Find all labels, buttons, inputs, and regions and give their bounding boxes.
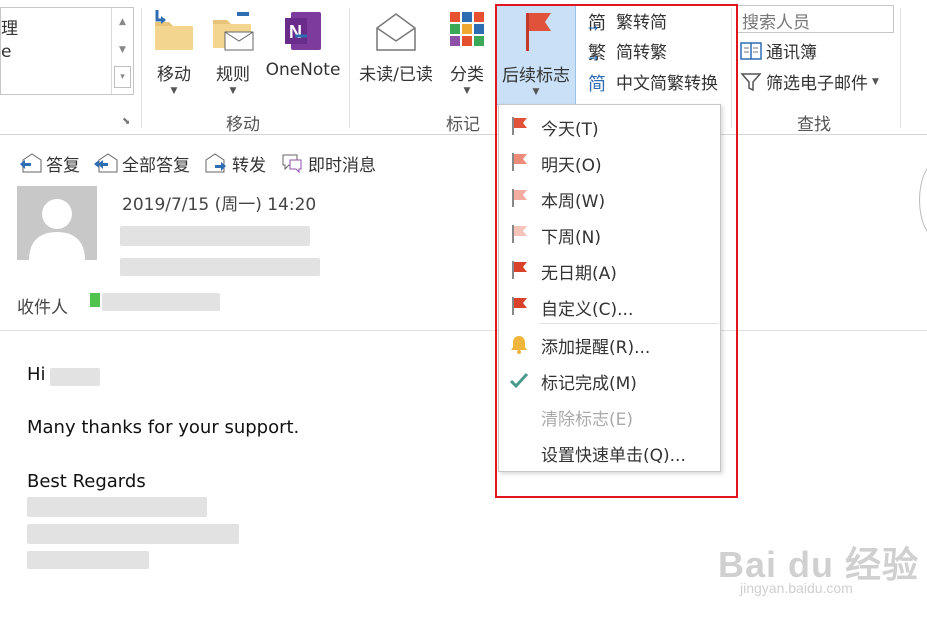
filter-email-label: 筛选电子邮件 — [766, 74, 868, 94]
unread-read-button[interactable]: 未读/已读 — [354, 4, 438, 104]
address-book-label: 通讯簿 — [766, 43, 817, 63]
closing: Best Regards — [27, 471, 146, 492]
message-actions: 答复 全部答复 转发 即时消息 — [18, 150, 376, 176]
presence-indicator — [90, 293, 100, 307]
address-book-button[interactable]: 通讯簿 — [740, 38, 817, 63]
reply-all-icon — [94, 153, 118, 173]
forward-label: 转发 — [232, 155, 266, 176]
gallery-more-icon[interactable]: ▾ — [114, 66, 131, 88]
chevron-down-icon: ▼ — [229, 86, 237, 96]
recipient-redacted — [102, 293, 220, 311]
forward-button[interactable]: 转发 — [204, 150, 266, 176]
rules-button-label: 规则 — [216, 65, 250, 85]
to-label: 收件人 — [17, 298, 68, 318]
forward-icon — [205, 153, 226, 173]
rules-button[interactable]: 规则 ▼ — [205, 4, 261, 104]
move-button[interactable]: 移动 ▼ — [146, 4, 202, 104]
categorize-label: 分类 — [450, 65, 484, 85]
reply-all-button[interactable]: 全部答复 — [94, 150, 190, 176]
reply-icon — [20, 153, 42, 173]
rules-icon — [213, 12, 254, 51]
signature-redacted — [27, 524, 239, 544]
find-group-label: 查找 — [797, 115, 831, 135]
group-separator — [141, 8, 142, 128]
reply-button[interactable]: 答复 — [18, 150, 80, 176]
move-group-label: 移动 — [226, 115, 260, 135]
search-people-input[interactable]: 搜索人员 — [737, 5, 894, 33]
watermark-url: jingyan.baidu.com — [740, 580, 853, 596]
message-datetime: 2019/7/15 (周一) 14:20 — [122, 195, 317, 215]
onenote-button[interactable]: N OneNote — [262, 4, 344, 104]
sender-email-redacted — [120, 258, 320, 276]
signature-redacted — [27, 497, 207, 517]
instant-message-button[interactable]: 即时消息 — [280, 150, 376, 176]
categories-icon — [450, 12, 484, 46]
categorize-button[interactable]: 分类 ▼ — [443, 4, 491, 104]
group-separator — [900, 8, 901, 128]
ribbon: 理 e ▲ ▼ ▾ ⬊ 移动 ▼ 规则 ▼ N OneNote 移动 未读/已读… — [0, 0, 927, 135]
reply-all-label: 全部答复 — [122, 155, 190, 176]
annotation-highlight-box — [495, 4, 738, 498]
greeting-name-redacted — [50, 368, 100, 386]
gallery-scroll[interactable]: ▲ ▼ ▾ — [111, 8, 133, 94]
scroll-up-icon[interactable]: ▲ — [112, 8, 133, 36]
move-button-label: 移动 — [157, 65, 191, 85]
dialog-launcher-icon[interactable]: ⬊ — [122, 116, 130, 127]
svg-text:N: N — [289, 22, 302, 42]
quick-steps-gallery[interactable]: 理 e ▲ ▼ ▾ — [0, 7, 134, 95]
people-pane-edge — [919, 160, 927, 240]
address-book-icon — [740, 41, 762, 60]
filter-email-button[interactable]: 筛选电子邮件 ▼ — [740, 69, 879, 94]
header-divider — [0, 330, 927, 331]
body-line: Many thanks for your support. — [27, 417, 300, 438]
unread-read-label: 未读/已读 — [359, 65, 433, 85]
onenote-icon: N — [285, 12, 321, 50]
chevron-down-icon: ▼ — [872, 76, 879, 87]
avatar — [17, 186, 97, 260]
reply-label: 答复 — [46, 155, 80, 176]
signature-redacted — [27, 551, 149, 569]
chevron-down-icon: ▼ — [170, 86, 178, 96]
filter-icon — [740, 72, 762, 91]
quick-step-item[interactable]: e — [1, 42, 11, 62]
envelope-open-icon — [376, 13, 416, 51]
scroll-down-icon[interactable]: ▼ — [112, 36, 133, 64]
group-separator — [349, 8, 350, 128]
folder-move-icon — [155, 10, 193, 50]
greeting: Hi — [27, 364, 46, 385]
tags-group-label: 标记 — [446, 115, 480, 135]
sender-name-redacted — [120, 226, 310, 246]
instant-message-icon — [282, 154, 302, 174]
person-icon — [29, 199, 85, 260]
chevron-down-icon: ▼ — [463, 86, 471, 96]
onenote-button-label: OneNote — [265, 60, 341, 80]
instant-message-label: 即时消息 — [308, 155, 376, 176]
quick-step-item[interactable]: 理 — [1, 14, 18, 39]
